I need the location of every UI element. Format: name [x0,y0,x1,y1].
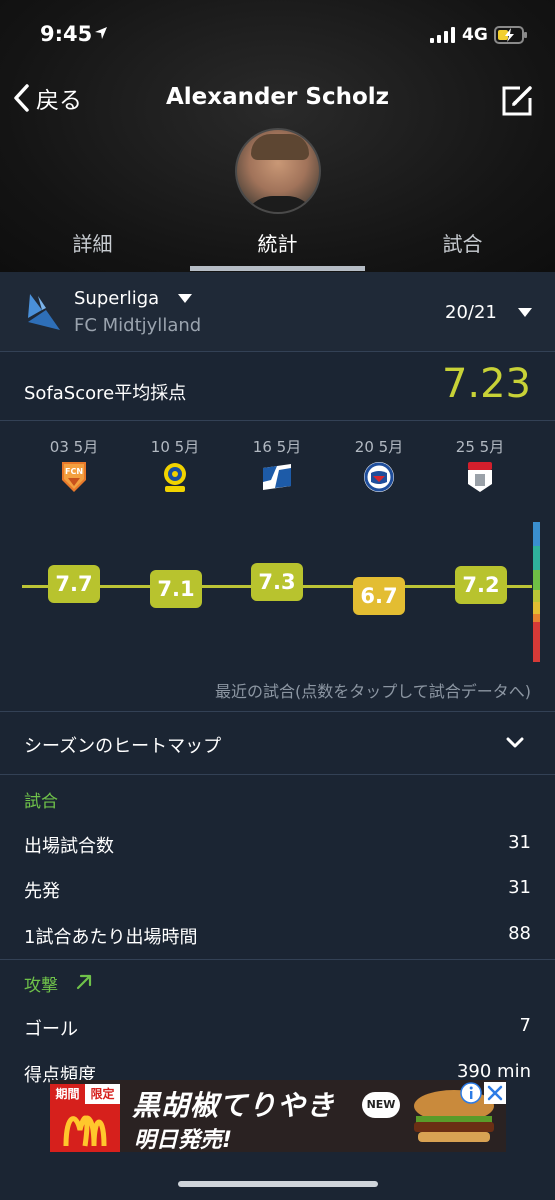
season-select[interactable]: 20/21 [445,302,497,323]
tab-matches[interactable]: 試合 [370,228,555,257]
svg-text:FCN: FCN [65,467,83,476]
match-date: 03 5月 [49,438,99,456]
location-arrow-icon [95,27,107,39]
stat-value: 390 min [456,1061,531,1082]
match-column: 10 5月 [125,422,225,712]
heatmap-label: シーズンのヒートマップ [24,736,222,757]
stat-row: 1試合あたり出場時間 88 [0,917,555,957]
stat-value: 88 [508,923,531,944]
team-name: FC Midtjylland [74,315,202,336]
recent-ratings-chart: 03 5月 FCN 10 5月 16 5月 20 5月 25 5月 7.7 7.… [0,422,555,712]
league-selector[interactable]: Superliga FC Midtjylland 20/21 [0,272,555,352]
match-rating-button[interactable]: 6.7 [353,577,405,615]
chevron-down-icon[interactable] [518,308,532,318]
agf-badge-icon[interactable] [464,460,496,494]
chevron-down-icon[interactable] [178,294,192,304]
match-date: 16 5月 [252,438,302,456]
league-name[interactable]: Superliga [74,288,159,309]
match-rating-button[interactable]: 7.3 [251,563,303,601]
battery-charging-icon [494,26,527,44]
status-time: 9:45 [40,22,93,46]
network-type: 4G [462,25,488,45]
stat-value: 7 [519,1015,531,1036]
stat-value: 31 [508,832,531,853]
match-date: 20 5月 [354,438,404,456]
brondby-badge-icon[interactable] [159,460,191,494]
fc-nordsjaelland-badge-icon[interactable]: FCN [58,460,90,494]
status-bar: 9:45 4G [0,0,555,70]
ad-close-icon[interactable] [484,1082,506,1104]
rating-scale-bar [533,522,540,662]
stat-label: ゴール [24,1019,78,1040]
average-rating-label: SofaScore平均採点 [24,383,187,404]
ad-limited-tag: 期間 限定 [50,1084,120,1104]
section-divider [0,959,555,960]
tab-bar: 詳細 統計 試合 [0,226,555,272]
chart-caption: 最近の試合(点数をタップして試合データへ) [214,682,531,701]
superliga-logo-icon [28,294,60,330]
match-column: 20 5月 [329,422,429,712]
section-header-attack: 攻撃 [24,976,58,996]
ad-subtitle: 明日発売! [134,1128,233,1152]
randers-badge-icon[interactable] [261,460,293,494]
home-indicator[interactable] [178,1181,378,1187]
average-rating-row: SofaScore平均採点 7.23 [0,353,555,421]
mcdonalds-logo-icon [50,1104,120,1152]
stat-label: 出場試合数 [24,836,114,857]
tab-statistics[interactable]: 統計 [185,228,370,257]
stat-value: 31 [508,877,531,898]
ad-info-icon[interactable] [460,1082,482,1104]
section-header-matches: 試合 [24,792,58,812]
stat-row: 先発 31 [0,871,555,911]
season-heatmap-toggle[interactable]: シーズンのヒートマップ [0,713,555,775]
edit-icon[interactable] [500,84,534,118]
match-date: 25 5月 [455,438,505,456]
player-name-title: Alexander Scholz [165,84,390,110]
match-rating-button[interactable]: 7.1 [150,570,202,608]
stat-row: 出場試合数 31 [0,826,555,866]
fc-kobenhavn-badge-icon[interactable] [363,460,395,494]
chevron-down-icon[interactable] [506,737,524,749]
player-header: 9:45 4G 戻る Alexander Scholz 詳細 統計 試合 [0,0,555,272]
signal-icon [430,27,455,43]
player-avatar [235,128,321,214]
match-rating-button[interactable]: 7.7 [48,565,100,603]
average-rating-value: 7.23 [441,361,531,407]
match-rating-button[interactable]: 7.2 [455,566,507,604]
stat-row: ゴール 7 [0,1009,555,1049]
ad-banner[interactable]: 期間 限定 黒胡椒てりやき 明日発売! NEW [50,1080,506,1152]
stat-label: 1試合あたり出場時間 [24,927,198,948]
ad-title: 黒胡椒てりやき [132,1089,336,1122]
arrow-up-right-icon[interactable] [76,974,92,990]
nav-bar: 戻る Alexander Scholz [0,70,555,130]
active-tab-indicator [190,266,365,271]
stat-label: 先発 [24,881,60,902]
match-date: 10 5月 [150,438,200,456]
tab-details[interactable]: 詳細 [0,228,185,257]
